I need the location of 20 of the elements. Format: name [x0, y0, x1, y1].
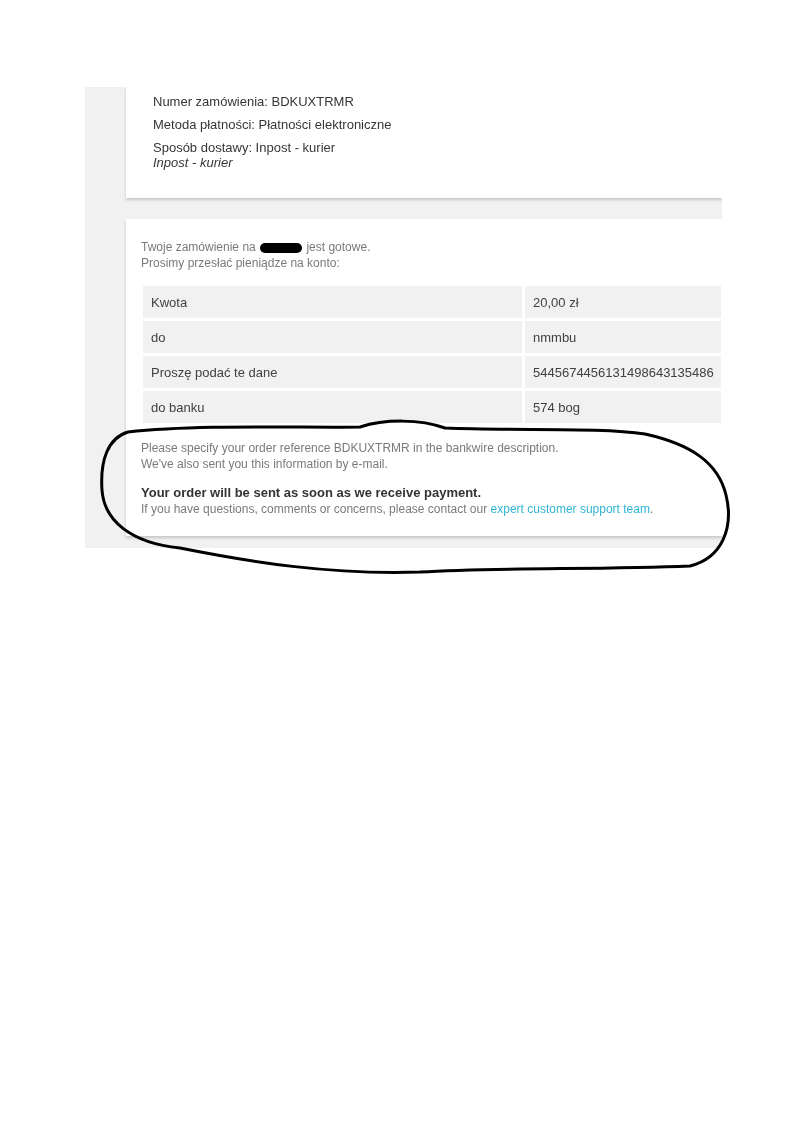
delivery-note: Inpost - kurier — [153, 155, 234, 170]
order-detail-line: Metoda płatności: Płatności elektroniczne — [153, 117, 393, 132]
intro-text: Prosimy przesłać pieniądze na konto: — [141, 255, 341, 271]
table-cell: nmmbu — [525, 321, 721, 353]
table-cell: Proszę podać te dane — [143, 356, 522, 388]
intro-text: Twoje zamówienie na — [141, 240, 256, 254]
email-note: We've also sent you this information by e-mail. — [141, 456, 389, 472]
table-cell: do — [143, 321, 522, 353]
support-link[interactable]: expert customer support team — [490, 502, 650, 516]
table-cell: 20,00 zł — [525, 286, 721, 318]
table-cell: 5445674456131498643135486 — [525, 356, 721, 388]
order-detail-line: Sposób dostawy: Inpost - kurier — [153, 140, 337, 155]
table-cell: Kwota — [143, 286, 522, 318]
reference-note: Please specify your order reference BDKUXTRMR in the bankwire description. — [141, 440, 560, 456]
order-detail-line: Numer zamówienia: BDKUXTRMR — [153, 94, 355, 109]
payment-headline: Your order will be sent as soon as we receive payment. — [141, 485, 483, 501]
intro-text: jest gotowe. — [306, 240, 371, 254]
table-cell: do banku — [143, 391, 522, 423]
table-cell: 574 bog — [525, 391, 721, 423]
contact-text: If you have questions, comments or concerns, please contact our expert customer support team. — [141, 501, 655, 517]
